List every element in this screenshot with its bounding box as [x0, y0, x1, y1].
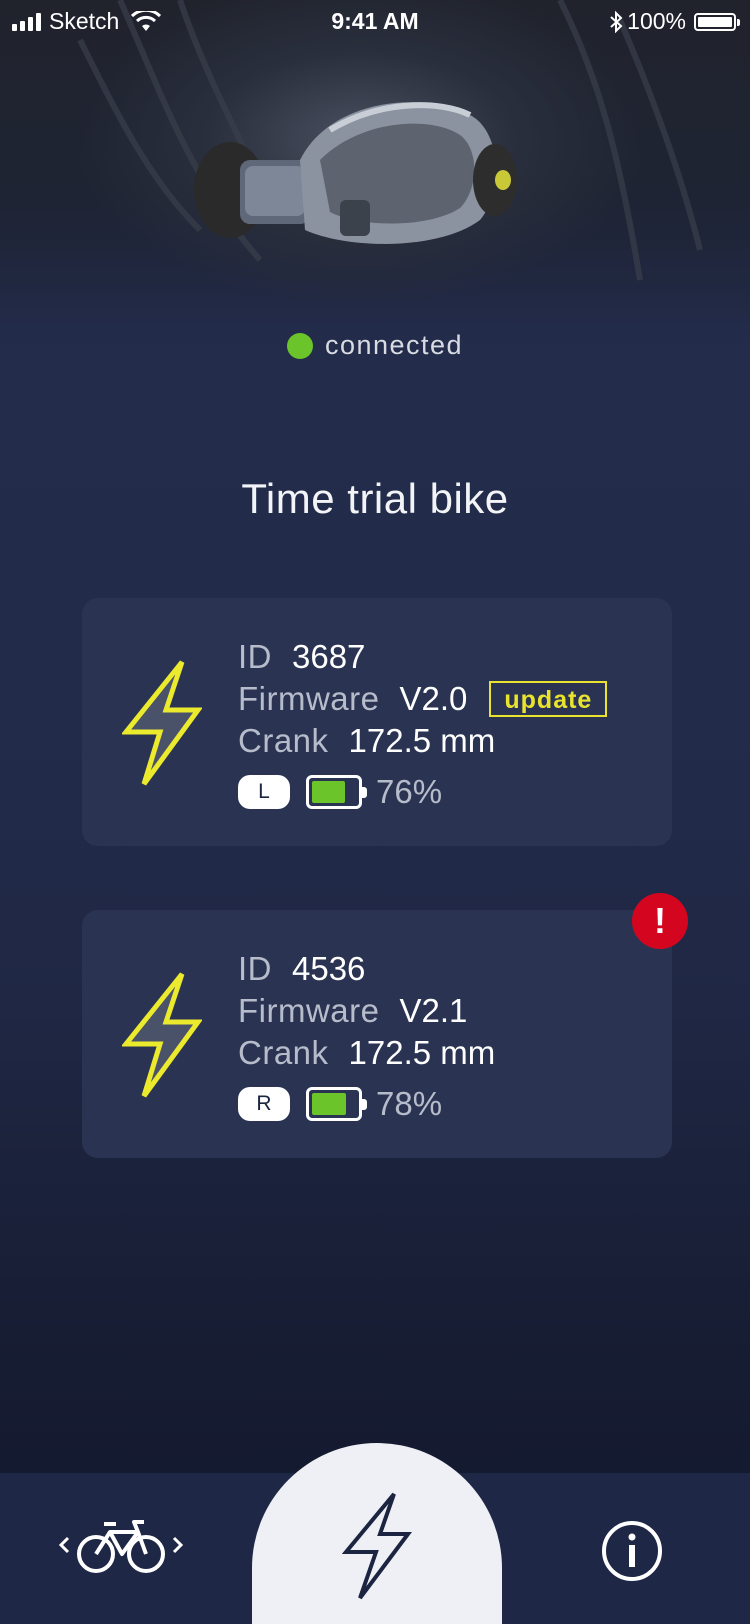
crank-label: Crank	[238, 722, 329, 759]
battery-level-icon	[306, 775, 367, 809]
connection-status: connected	[0, 330, 750, 361]
firmware-version: V2.0	[399, 680, 468, 717]
crank-row: Crank 172.5 mm	[238, 720, 607, 762]
sensor-card-right[interactable]: ID 4536 Firmware V2.1 Crank 172.5 mm R 7…	[82, 910, 672, 1158]
id-label: ID	[238, 638, 272, 675]
connection-indicator-icon	[286, 332, 313, 359]
side-badge: L	[238, 775, 290, 809]
firmware-label: Firmware	[238, 680, 380, 717]
status-bar: Sketch 9:41 AM 100%	[0, 0, 750, 42]
connection-label: connected	[324, 330, 464, 360]
app-screen: Sketch 9:41 AM 100% connected Time trial…	[0, 0, 750, 1624]
status-right: 100%	[609, 8, 740, 35]
firmware-row: Firmware V2.1	[238, 990, 495, 1032]
sensor-info: ID 4536 Firmware V2.1 Crank 172.5 mm R 7…	[238, 948, 495, 1124]
sensor-id: 4536	[292, 950, 366, 987]
bike-title: Time trial bike	[241, 475, 509, 522]
firmware-version: V2.1	[399, 992, 468, 1029]
update-button[interactable]: update	[489, 681, 608, 717]
crank-row: Crank 172.5 mm	[238, 1032, 495, 1074]
id-label: ID	[238, 950, 272, 987]
sensor-card-left[interactable]: ID 3687 Firmware V2.0 update Crank 172.5…	[82, 598, 672, 846]
bluetooth-icon	[610, 10, 623, 33]
info-icon[interactable]	[600, 1519, 664, 1583]
lightning-bolt-icon	[122, 660, 202, 786]
sensor-info: ID 3687 Firmware V2.0 update Crank 172.5…	[238, 636, 608, 812]
battery-row: R 78%	[238, 1084, 495, 1124]
battery-icon	[694, 12, 740, 31]
sensor-id-row: ID 4536	[238, 948, 495, 990]
pedal-illustration	[77, 0, 703, 281]
crank-length: 172.5 mm	[348, 1034, 496, 1071]
bike-switch-icon[interactable]	[58, 1514, 184, 1576]
crank-length: 172.5 mm	[348, 722, 496, 759]
lightning-bolt-icon	[122, 972, 202, 1098]
power-icon[interactable]	[342, 1490, 412, 1602]
battery-row: L 76%	[238, 772, 607, 812]
side-badge: R	[238, 1087, 290, 1121]
firmware-row: Firmware V2.0 update	[238, 678, 608, 720]
battery-percent: 78%	[376, 1085, 443, 1122]
firmware-label: Firmware	[238, 992, 380, 1029]
battery-level-icon	[306, 1087, 367, 1121]
battery-percent: 76%	[376, 773, 443, 810]
pedal-hero-image	[0, 0, 750, 330]
sensor-id: 3687	[292, 638, 366, 675]
crank-label: Crank	[238, 1034, 329, 1071]
sensor-id-row: ID 3687	[238, 636, 607, 678]
battery-percent: 100%	[627, 8, 686, 34]
alert-badge[interactable]: !	[632, 893, 688, 949]
